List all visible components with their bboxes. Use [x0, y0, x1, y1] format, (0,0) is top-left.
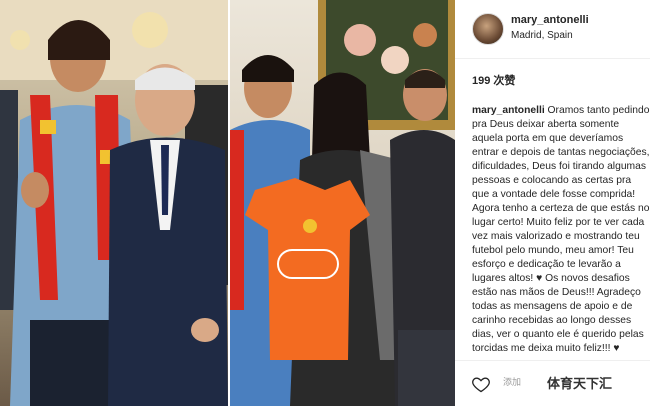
heart-icon[interactable]: [471, 374, 491, 394]
wall-lamp: [10, 30, 30, 50]
painting-flower: [413, 23, 437, 47]
painting-flower: [344, 24, 376, 56]
avatar[interactable]: [472, 13, 504, 45]
wall-top: [0, 0, 228, 80]
man1-jeans: [30, 320, 110, 406]
man-hair: [242, 55, 294, 82]
add-comment-label[interactable]: 添加: [503, 375, 521, 388]
post-header: mary_antonelli Madrid, Spain: [455, 0, 650, 59]
man-right-jeans: [398, 330, 455, 406]
location[interactable]: Madrid, Spain: [511, 30, 573, 41]
username[interactable]: mary_antonelli: [511, 14, 589, 26]
chandelier: [132, 12, 168, 48]
woman-hair: [312, 72, 370, 160]
watermark: 体育天下汇: [547, 376, 613, 391]
post-footer: 添加 体育天下汇: [455, 360, 650, 407]
painting-flower: [381, 46, 409, 74]
post-photo[interactable]: [0, 0, 455, 406]
likes-count[interactable]: 199 次赞: [472, 72, 515, 88]
caption-text: Oramos tanto pedindo pra Deus deixar abe…: [472, 105, 650, 354]
man-scarf: [230, 130, 244, 310]
photo-panel-right: [230, 0, 455, 406]
post-caption: mary_antonelli Oramos tanto pedindo pra …: [472, 104, 650, 354]
scarf-detail: [40, 120, 56, 134]
photo-right-illustration: [230, 0, 455, 406]
caption-username[interactable]: mary_antonelli: [472, 105, 545, 116]
man2-hand: [191, 318, 219, 342]
man2-tie: [161, 145, 169, 215]
photo-left-illustration: [0, 0, 228, 406]
jersey-crest: [303, 219, 317, 233]
thumbs-up-hand: [21, 172, 49, 208]
photo-panel-left: [0, 0, 228, 406]
post-sidebar: mary_antonelli Madrid, Spain 199 次赞 mary…: [455, 0, 650, 406]
